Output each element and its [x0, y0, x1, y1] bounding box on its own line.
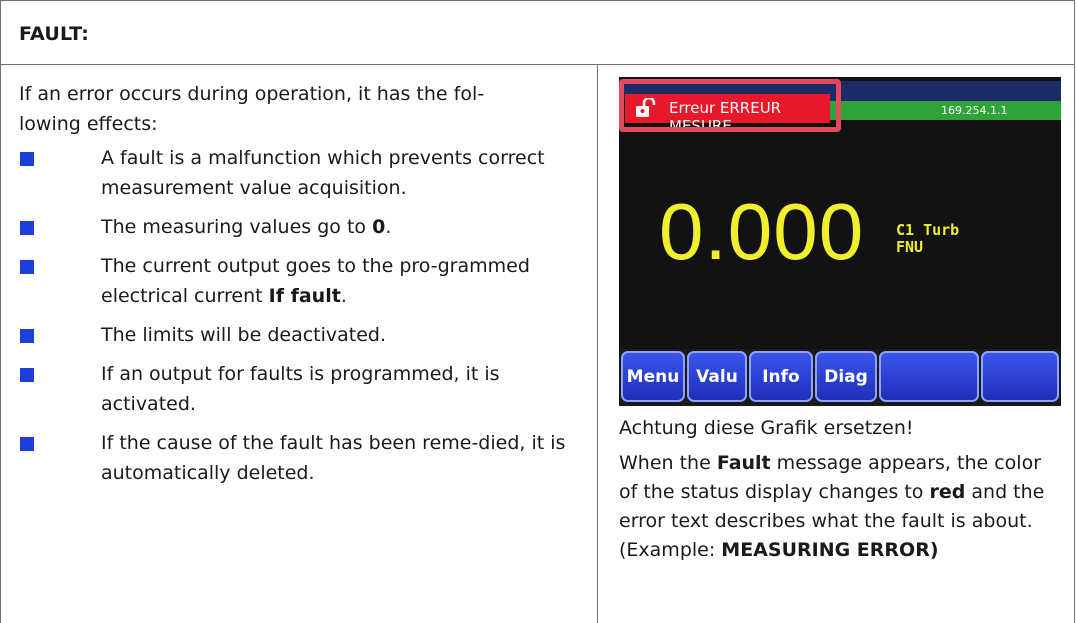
caption-part: (Example: — [619, 539, 722, 561]
error-highlight-frame — [619, 79, 841, 132]
softkey-5-button[interactable] — [879, 351, 979, 402]
bullet-square-icon — [20, 437, 34, 451]
bullet-text: . — [385, 216, 392, 238]
table-header: FAULT: — [1, 1, 1074, 65]
effects-column: If an error occurs during operation, it … — [19, 79, 584, 497]
bullet-item: The measuring values go to 0. — [19, 212, 584, 242]
bullet-item: A fault is a malfunction which prevents … — [19, 143, 584, 203]
bullet-text: . — [340, 285, 347, 307]
bullet-square-icon — [20, 152, 34, 166]
bullet-bold: 0 — [372, 216, 386, 238]
bullet-item: The current output goes to the pro-gramm… — [19, 251, 584, 311]
intro-text: If an error occurs during operation, it … — [19, 83, 485, 135]
bullet-text: A fault is a malfunction which prevents … — [101, 147, 545, 199]
softkey-6-button[interactable] — [981, 351, 1059, 402]
caption-text: When the Fault message appears, the colo… — [619, 449, 1059, 565]
bullet-text: The measuring values go to — [101, 216, 373, 238]
caption-bold: Fault — [716, 452, 771, 474]
bullet-item: The limits will be deactivated. — [19, 320, 584, 350]
bullet-square-icon — [20, 260, 34, 274]
info-button[interactable]: Info — [749, 351, 813, 402]
bullet-bold: If fault — [268, 285, 341, 307]
fault-heading: FAULT: — [19, 23, 90, 45]
softkey-row: Menu Valu Info Diag — [619, 349, 1061, 406]
bullet-text: If the cause of the fault has been reme-… — [101, 432, 566, 484]
figure-caption: Achtung diese Grafik ersetzen! When the … — [619, 414, 1059, 565]
bullet-text: The limits will be deactivated. — [101, 324, 387, 346]
fault-table: FAULT: If an error occurs during operati… — [0, 0, 1075, 623]
column-divider — [597, 65, 598, 623]
diag-button[interactable]: Diag — [815, 351, 877, 402]
illustration-column: 169.254.1.1 Erreur ERREUR MESURE 0.000 C… — [619, 77, 1061, 571]
bullet-square-icon — [20, 368, 34, 382]
ip-address: 169.254.1.1 — [941, 104, 1008, 117]
bullet-item: If an output for faults is programmed, i… — [19, 359, 584, 419]
measured-value: 0.000 — [659, 187, 865, 276]
valu-button[interactable]: Valu — [687, 351, 747, 402]
unit-fnu: FNU — [896, 238, 924, 256]
unit-label: C1 Turb FNU — [896, 222, 959, 256]
replace-warning: Achtung diese Grafik ersetzen! — [619, 417, 914, 439]
bullet-square-icon — [20, 329, 34, 343]
caption-bold: MEASURING ERROR) — [721, 539, 939, 561]
bullet-square-icon — [20, 221, 34, 235]
menu-button[interactable]: Menu — [621, 351, 685, 402]
caption-bold: red — [929, 481, 966, 503]
bullet-item: If the cause of the fault has been reme-… — [19, 428, 584, 488]
channel-label: C1 Turb — [896, 221, 960, 239]
ip-bar: 169.254.1.1 — [829, 101, 1061, 120]
bullet-text: If an output for faults is programmed, i… — [101, 363, 500, 415]
caption-part: When the — [619, 452, 717, 474]
device-screen: 169.254.1.1 Erreur ERREUR MESURE 0.000 C… — [619, 77, 1061, 406]
